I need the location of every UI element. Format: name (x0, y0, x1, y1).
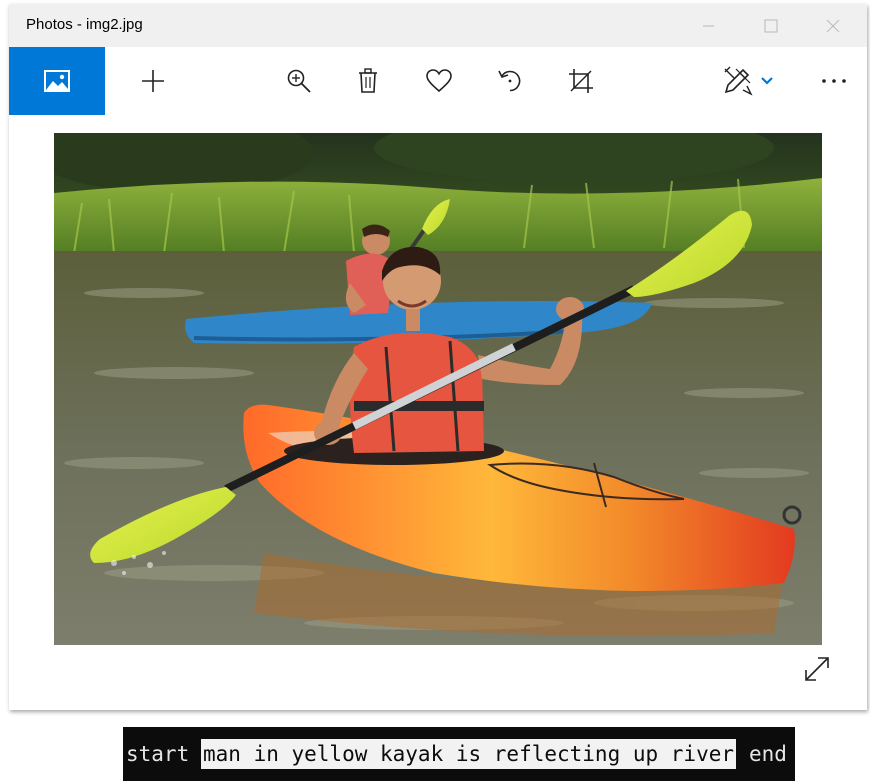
rotate-icon (498, 70, 521, 92)
trash-icon (359, 68, 377, 93)
minimize-button[interactable] (679, 4, 739, 47)
chevron-down-icon (761, 77, 773, 85)
photos-window: Photos - img2.jpg (9, 4, 867, 710)
heart-icon (426, 69, 452, 93)
more-options-button[interactable] (809, 47, 859, 115)
maximize-button[interactable] (741, 4, 801, 47)
minimize-icon (703, 25, 714, 26)
plus-icon (142, 70, 164, 92)
kayak-photo (54, 133, 822, 645)
delete-button[interactable] (346, 47, 390, 115)
close-button[interactable] (803, 4, 863, 47)
crop-button[interactable] (559, 47, 603, 115)
toolbar (9, 47, 867, 115)
ellipsis-icon (822, 79, 846, 83)
favorite-button[interactable] (417, 47, 461, 115)
title-bar: Photos - img2.jpg (9, 4, 867, 47)
caption-strip: start man in yellow kayak is reflecting … (123, 727, 795, 781)
full-screen-button[interactable] (799, 651, 835, 687)
zoom-in-icon (287, 69, 311, 93)
caption-end-token: end (749, 742, 787, 766)
crop-icon (569, 69, 593, 93)
caption-text: man in yellow kayak is reflecting up riv… (201, 739, 737, 769)
window-title: Photos - img2.jpg (26, 16, 143, 33)
zoom-button[interactable] (277, 47, 321, 115)
picture-icon (44, 70, 70, 92)
gallery-button[interactable] (9, 47, 105, 115)
add-button[interactable] (131, 47, 175, 115)
photo-canvas (9, 115, 867, 710)
close-icon (826, 19, 840, 32)
edit-create-icon (724, 66, 753, 96)
maximize-icon (764, 19, 778, 32)
caption-start-token: start (126, 742, 190, 766)
rotate-button[interactable] (488, 47, 532, 115)
expand-arrows-icon (805, 657, 829, 681)
edit-create-button[interactable] (715, 47, 781, 115)
